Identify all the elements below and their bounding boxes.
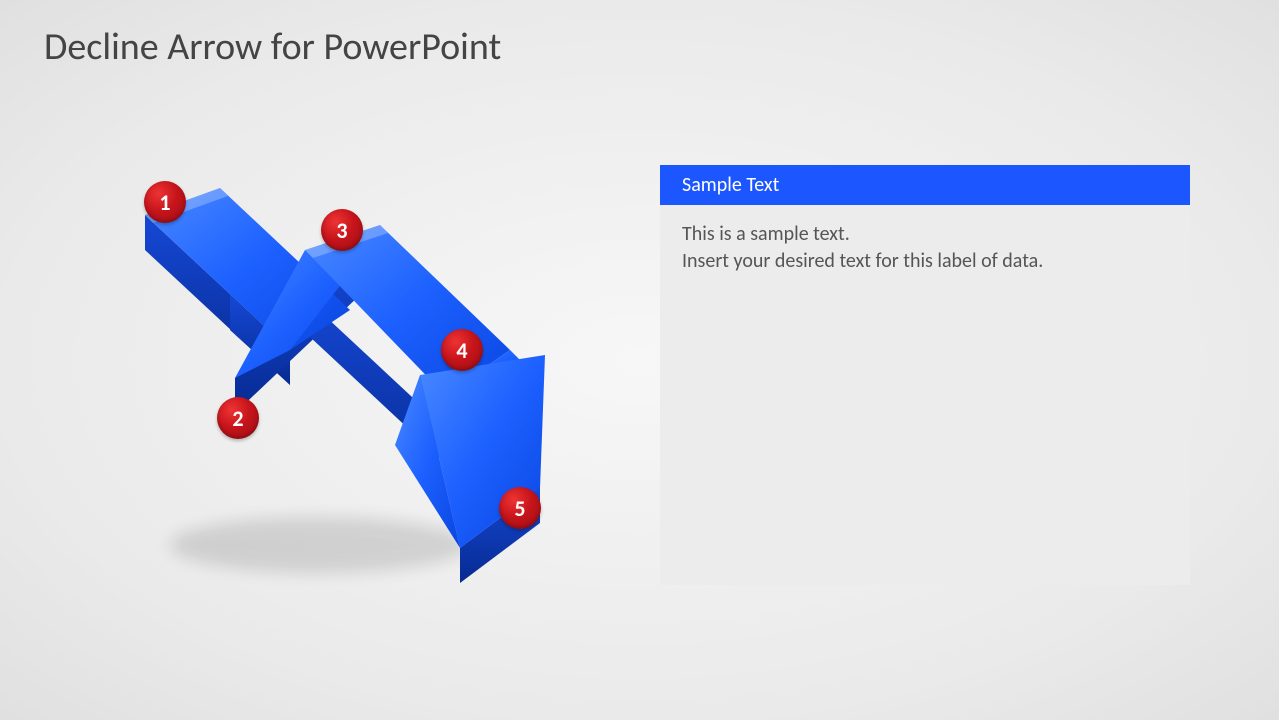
marker-4: 4	[441, 329, 483, 371]
page-title: Decline Arrow for PowerPoint	[44, 24, 501, 70]
text-panel-header: Sample Text	[660, 165, 1190, 205]
marker-1-label: 1	[159, 189, 170, 216]
marker-4-label: 4	[456, 337, 467, 364]
marker-3-label: 3	[336, 217, 347, 244]
marker-2-label: 2	[232, 405, 243, 432]
marker-3: 3	[321, 209, 363, 251]
marker-1: 1	[144, 181, 186, 223]
text-panel: Sample Text This is a sample text.Insert…	[660, 165, 1190, 585]
marker-2: 2	[217, 397, 259, 439]
marker-5: 5	[499, 487, 541, 529]
arrow-diagram: 1 2 3 4 5	[90, 150, 610, 610]
text-panel-body: This is a sample text.Insert your desire…	[660, 205, 1100, 291]
marker-5-label: 5	[514, 495, 525, 522]
